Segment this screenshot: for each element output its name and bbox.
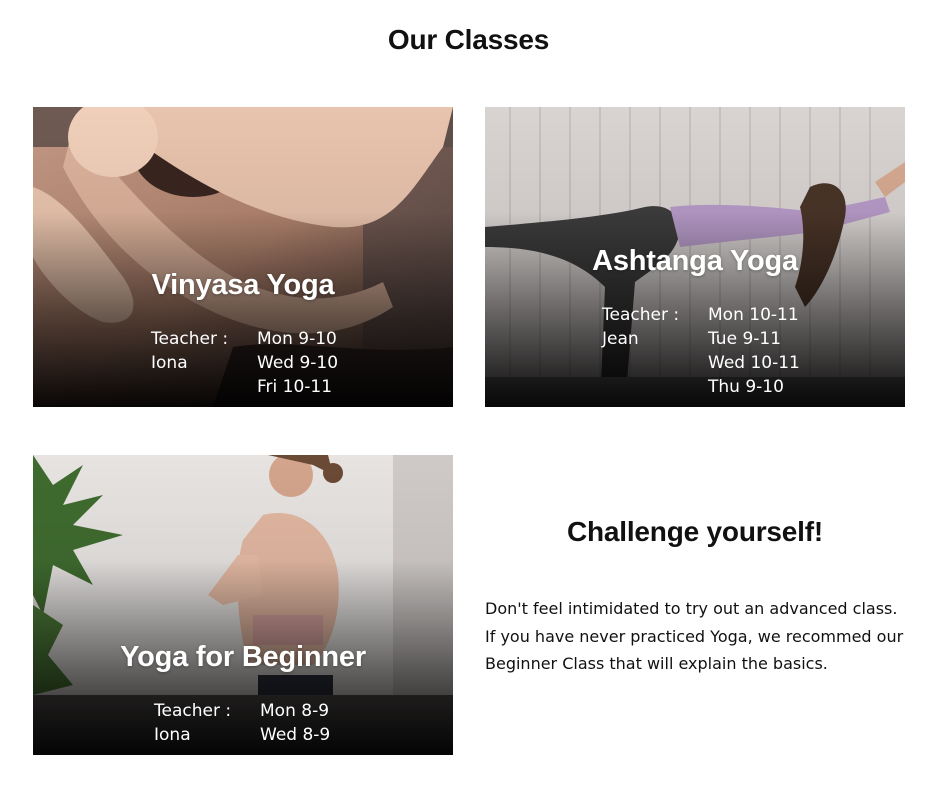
teacher-label: Teacher : [151, 329, 229, 349]
class-card-vinyasa[interactable]: Vinyasa Yoga Teacher : Iona Mon 9-10 Wed… [33, 107, 453, 407]
schedule-item: Tue 9-11 [708, 329, 782, 349]
schedule-item: Wed 10-11 [708, 353, 800, 373]
teacher-name: Jean [602, 329, 639, 349]
promo-text: Don't feel intimidated to try out an adv… [485, 599, 904, 673]
teacher-name: Iona [154, 725, 191, 745]
schedule-item: Wed 8-9 [260, 725, 331, 745]
photo-overlay [33, 107, 453, 407]
promo-title: Challenge yourself! [566, 516, 824, 547]
teacher-label: Teacher : [602, 305, 680, 325]
class-title: Vinyasa Yoga [151, 269, 335, 301]
class-title: Yoga for Beginner [120, 641, 366, 673]
schedule-item: Mon 8-9 [260, 701, 330, 721]
teacher-name: Iona [151, 353, 188, 373]
teacher-info: Teacher : Iona [154, 699, 231, 747]
schedule-item: Mon 9-10 [257, 329, 337, 349]
schedule-item: Thu 9-10 [708, 377, 784, 397]
schedule-item: Fri 10-11 [257, 377, 333, 397]
class-card-ashtanga[interactable]: Ashtanga Yoga Teacher : Jean Mon 10-11 T… [485, 107, 905, 407]
schedule-item: Mon 10-11 [708, 305, 799, 325]
schedule-item: Wed 9-10 [257, 353, 339, 373]
schedule-list: Mon 9-10 Wed 9-10 Fri 10-11 [257, 327, 338, 399]
teacher-info: Teacher : Jean [602, 303, 679, 351]
class-card-beginner[interactable]: Yoga for Beginner Teacher : Iona Mon 8-9… [33, 455, 453, 755]
page-title: Our Classes [387, 24, 550, 55]
teacher-label: Teacher : [154, 701, 232, 721]
class-title: Ashtanga Yoga [592, 245, 798, 277]
schedule-list: Mon 8-9 Wed 8-9 [260, 699, 330, 747]
teacher-info: Teacher : Iona [151, 327, 228, 375]
photo-overlay [33, 455, 453, 755]
schedule-list: Mon 10-11 Tue 9-11 Wed 10-11 Thu 9-10 [708, 303, 800, 399]
